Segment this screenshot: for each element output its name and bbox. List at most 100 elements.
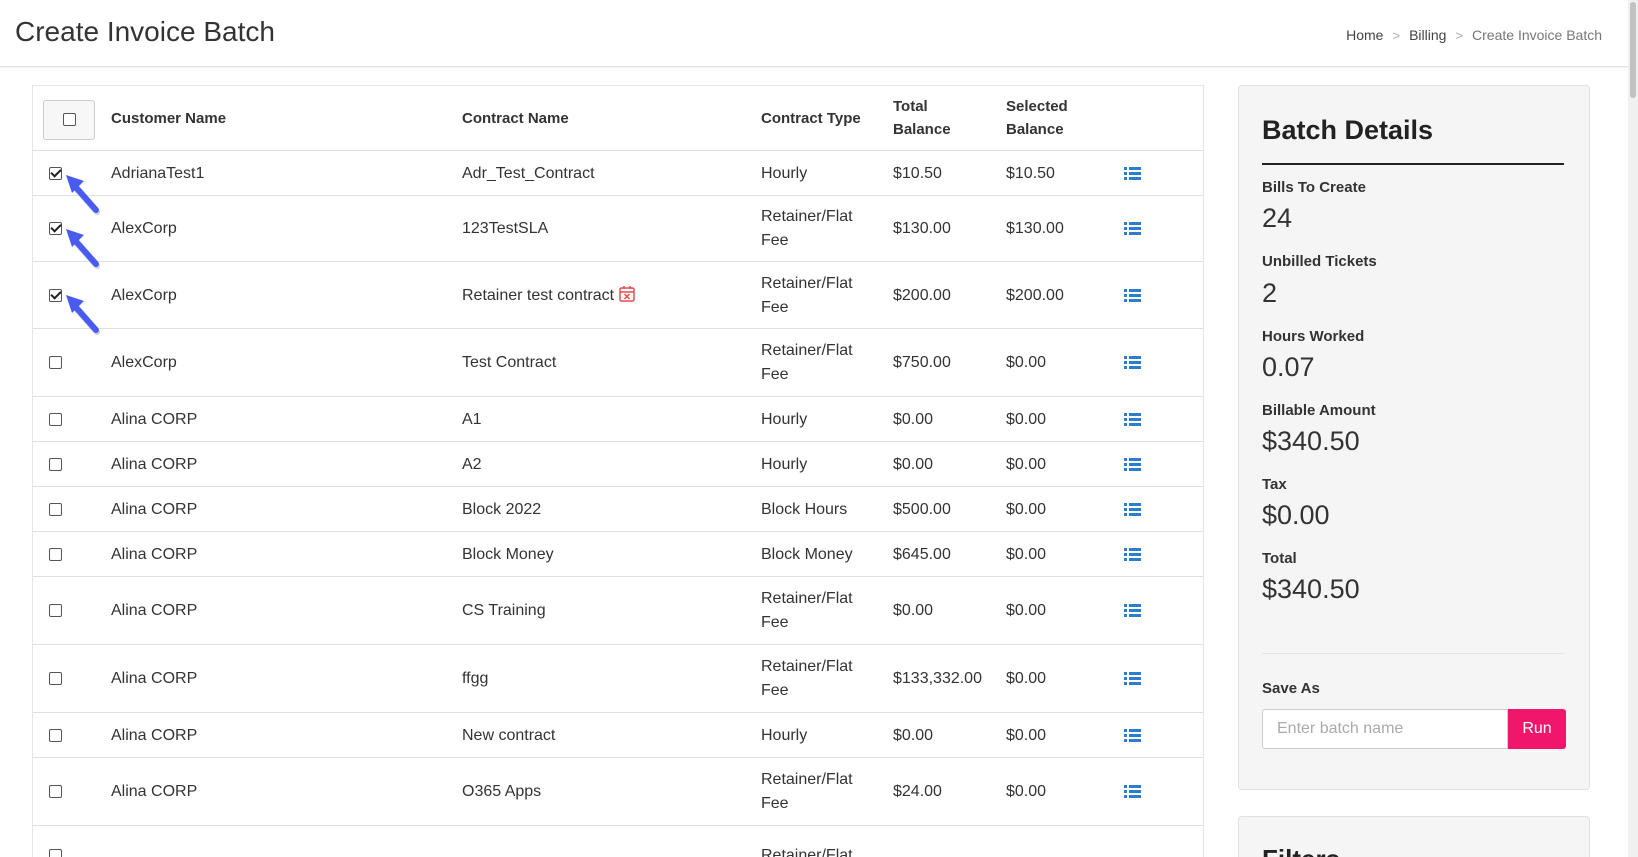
row-checkbox[interactable]	[49, 604, 62, 617]
list-icon-line	[1129, 171, 1141, 175]
table-row[interactable]: Alina CORP Block Money Block Money $645.00 $…	[33, 532, 1203, 577]
contract-name-cell: Block 2022	[462, 498, 541, 522]
breadcrumb-billing[interactable]: Billing	[1409, 27, 1446, 43]
contract-name-text: 123TestSLA	[462, 220, 549, 237]
contract-type-cell-line2: Fee	[761, 795, 789, 812]
select-all-box[interactable]	[43, 100, 95, 140]
customer-name-cell: Alina CORP	[111, 783, 198, 800]
column-header-contract[interactable]: Contract Name	[462, 107, 569, 131]
list-icon[interactable]	[1124, 502, 1141, 517]
total-balance-cell: $130.00	[893, 220, 951, 237]
row-checkbox[interactable]	[49, 166, 62, 180]
list-icon-bullet	[1124, 422, 1127, 426]
table-row[interactable]: AlexCorp Retainer test contract Retainer/F…	[33, 262, 1203, 329]
list-icon-line	[1129, 356, 1141, 359]
row-checkbox[interactable]	[49, 502, 62, 516]
list-icon-bullet	[1124, 604, 1127, 607]
total-balance-cell: $500.00	[893, 500, 951, 518]
column-header-total-line2[interactable]: Balance	[893, 118, 951, 142]
list-icon[interactable]	[1124, 728, 1141, 743]
table-row[interactable]: Alina CORP ffgg Retainer/Flat Fee $133,332.0…	[33, 645, 1203, 713]
table-row[interactable]: Alina CORP A2 Hourly $0.00 $0.00	[33, 442, 1203, 487]
selected-balance-cell: $0.00	[1006, 670, 1047, 687]
list-icon[interactable]	[1124, 672, 1141, 686]
list-icon[interactable]	[1124, 604, 1141, 618]
list-icon-line	[1129, 552, 1141, 556]
row-checkbox[interactable]	[49, 222, 62, 235]
table-row[interactable]: AlexCorp 123TestSLA Retainer/Flat Fee $130.0…	[33, 196, 1203, 262]
page-scrollbar[interactable]	[1628, 0, 1638, 857]
list-icon[interactable]	[1124, 222, 1141, 236]
customer-name-cell: Alina CORP	[111, 455, 198, 473]
list-icon-bullet	[1124, 366, 1127, 369]
selected-balance-cell: $0.00	[1006, 545, 1047, 563]
list-icon[interactable]	[1124, 412, 1141, 427]
list-icon[interactable]	[1124, 288, 1141, 303]
customer-name-cell: AlexCorp	[111, 220, 177, 237]
row-checkbox[interactable]	[49, 288, 62, 302]
total-balance-cell: $10.50	[893, 164, 942, 182]
contract-type-cell: Retainer/Flat	[761, 208, 853, 225]
table-row[interactable]: Alina CORP Block 2022 Block Hours $500.00 $0…	[33, 487, 1203, 532]
total-balance-cell: $750.00	[893, 354, 951, 371]
selected-balance-cell: $0.00	[1006, 602, 1047, 619]
total-balance-cell: $0.00	[893, 726, 934, 744]
unbilled-tickets-value: 2	[1262, 278, 1278, 308]
list-icon-line	[1129, 417, 1141, 421]
list-icon-line	[1129, 361, 1141, 364]
list-icon[interactable]	[1124, 457, 1141, 472]
list-icon[interactable]	[1124, 547, 1141, 562]
list-icon-line	[1129, 790, 1141, 793]
customer-name-cell: Alina CORP	[111, 545, 198, 563]
hours-worked-label: Hours Worked	[1262, 328, 1365, 345]
row-checkbox[interactable]	[49, 412, 62, 426]
contract-type-cell-line2: Fee	[761, 682, 789, 699]
breadcrumb-home[interactable]: Home	[1346, 27, 1383, 43]
run-button[interactable]: Run	[1508, 709, 1566, 749]
contract-name-cell: Test Contract	[462, 351, 556, 375]
column-header-selected-line1[interactable]: Selected	[1006, 95, 1068, 119]
column-header-total-line1[interactable]: Total	[893, 95, 928, 119]
row-checkbox[interactable]	[49, 457, 62, 471]
table-row[interactable]: Alina CORP O365 Apps Retainer/Flat Fee $24.0…	[33, 758, 1203, 826]
list-icon-line	[1129, 298, 1141, 302]
list-icon-line	[1129, 609, 1141, 612]
table-row[interactable]: Alina CORP CS Training Retainer/Flat Fee $0.…	[33, 577, 1203, 645]
row-checkbox[interactable]	[49, 356, 62, 369]
contract-type-cell-line2: Fee	[761, 366, 789, 383]
arrow-icon	[66, 295, 100, 335]
row-checkbox[interactable]	[49, 785, 62, 798]
customer-name-cell: Alina CORP	[111, 670, 198, 687]
table-row[interactable]: Alina CORP A1 Hourly $0.00 $0.00	[33, 397, 1203, 442]
selected-balance-cell: $0.00	[1006, 455, 1047, 473]
table-row[interactable]: Alina CORP New contract Hourly $0.00 $0.00	[33, 713, 1203, 758]
select-all-checkbox[interactable]	[63, 113, 76, 126]
list-icon[interactable]	[1124, 785, 1141, 799]
total-balance-cell: $200.00	[893, 286, 951, 304]
bills-to-create-value: 24	[1262, 203, 1293, 233]
contract-type-cell: Retainer/Flat	[761, 847, 853, 857]
contract-name-cell: A1	[462, 408, 482, 432]
row-checkbox[interactable]	[49, 547, 62, 561]
row-checkbox[interactable]	[49, 672, 62, 685]
scrollbar-thumb[interactable]	[1630, 2, 1636, 98]
contract-type-cell-line2: Fee	[761, 614, 789, 631]
table-row[interactable]: AlexCorp Test Contract Retainer/Flat Fee $75…	[33, 329, 1203, 397]
list-icon-bullet	[1124, 512, 1127, 516]
column-header-type[interactable]: Contract Type	[761, 107, 861, 131]
filters-title: Filters	[1262, 844, 1340, 857]
column-header-customer[interactable]: Customer Name	[111, 107, 226, 131]
batch-name-input[interactable]	[1262, 709, 1508, 749]
list-icon[interactable]	[1124, 356, 1141, 370]
breadcrumb-separator: >	[1455, 27, 1464, 43]
row-checkbox[interactable]	[49, 849, 62, 857]
list-icon[interactable]	[1124, 166, 1141, 181]
column-header-selected-line2[interactable]: Balance	[1006, 118, 1064, 142]
contract-name-text: ffgg	[462, 670, 489, 687]
list-icon-bullet	[1124, 222, 1127, 225]
total-balance-cell: $645.00	[893, 545, 951, 563]
table-row[interactable]: Retainer/Flat	[33, 826, 1203, 857]
table-row[interactable]: AdrianaTest1 Adr_Test_Contract Hourly $10.5…	[33, 151, 1203, 196]
tax-label: Tax	[1262, 476, 1287, 493]
row-checkbox[interactable]	[49, 728, 62, 742]
